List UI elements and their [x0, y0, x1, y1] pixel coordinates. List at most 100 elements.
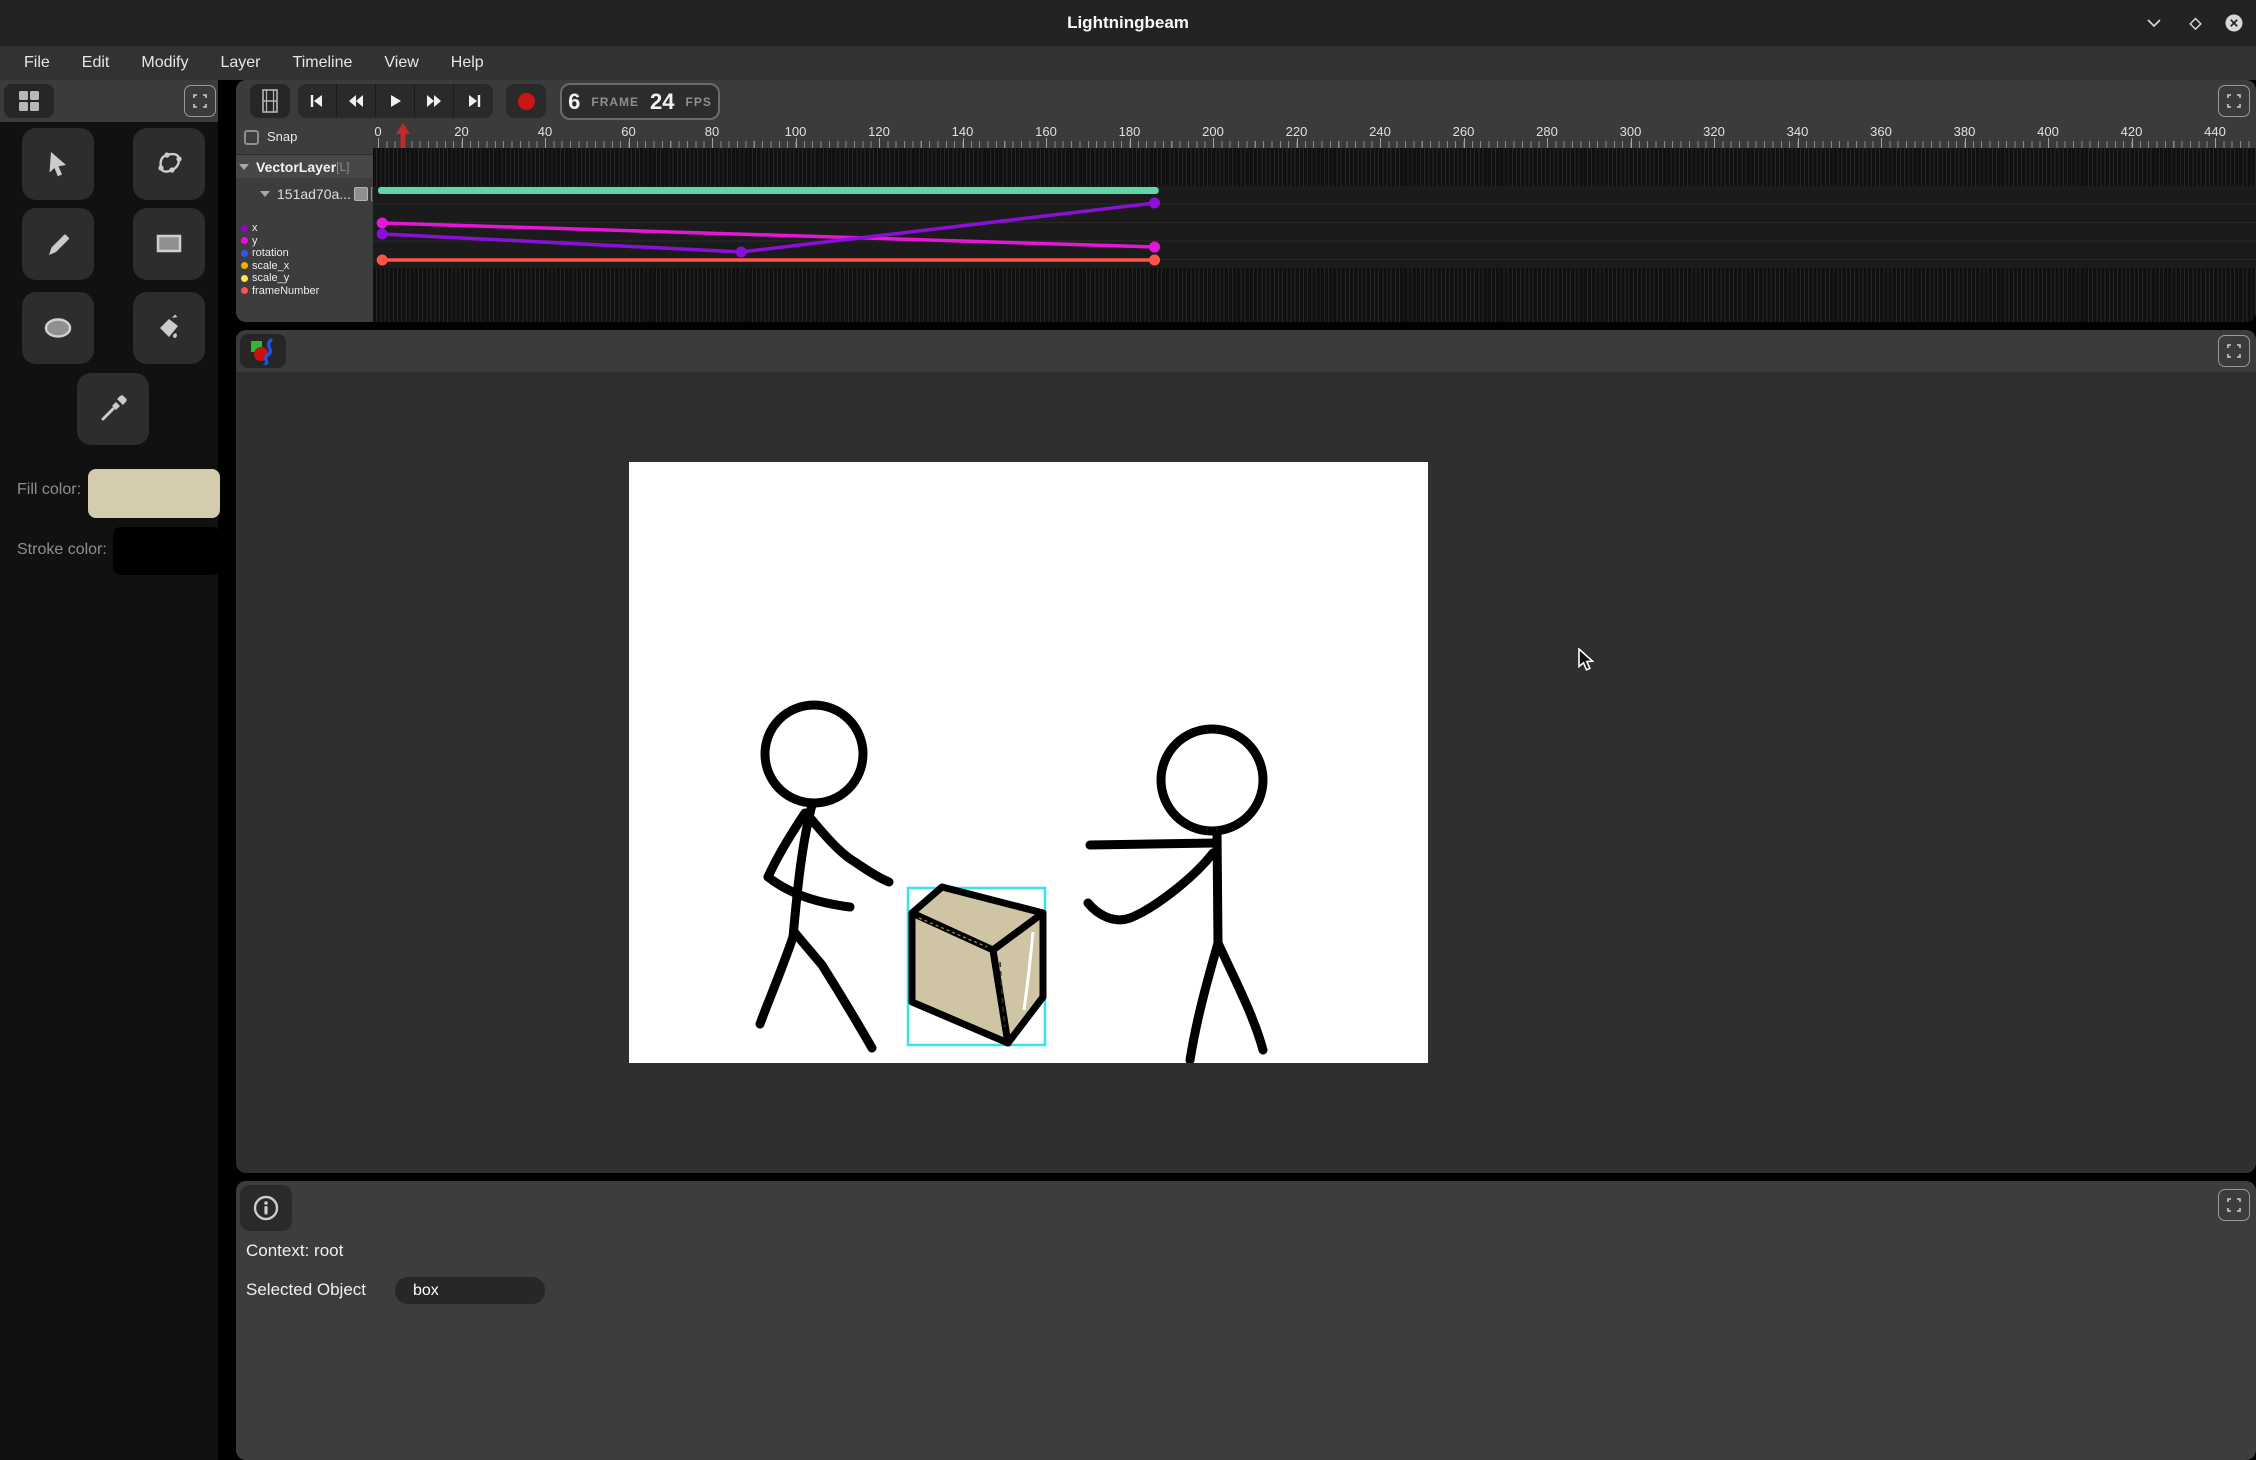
- stage-expand-button[interactable]: [2218, 335, 2250, 367]
- ruler-major-tick: [1213, 138, 1214, 148]
- eyedropper-tool-button[interactable]: [77, 373, 149, 445]
- paint-bucket-tool-button[interactable]: [133, 292, 205, 364]
- timeline-layer-column: Snap VectorLayer[L] 151ad70a... ~ xyrota…: [236, 122, 373, 322]
- menu-item-modify[interactable]: Modify: [125, 46, 204, 80]
- grid-icon: [18, 90, 40, 112]
- select-tool-button[interactable]: [22, 128, 94, 200]
- ruler-label: 440: [2204, 124, 2226, 139]
- ellipse-tool-button[interactable]: [22, 292, 94, 364]
- ruler-label: 340: [1787, 124, 1809, 139]
- transform-tool-button[interactable]: [133, 128, 205, 200]
- property-label: scale_y: [252, 272, 289, 284]
- pencil-tool-button[interactable]: [22, 208, 94, 280]
- ruler-major-tick: [1965, 138, 1966, 148]
- property-row-scale_y[interactable]: scale_y: [241, 272, 289, 284]
- tool-palette-expand-button[interactable]: [184, 85, 216, 117]
- rectangle-icon: [152, 227, 186, 261]
- fill-color-swatch[interactable]: [88, 469, 220, 518]
- context-label: Context: root: [246, 1241, 343, 1261]
- stroke-color-swatch[interactable]: [113, 527, 220, 575]
- keyframe-square-button[interactable]: [354, 187, 368, 201]
- property-row-scale_x[interactable]: scale_x: [241, 260, 289, 272]
- stick-figure-right[interactable]: [1088, 729, 1263, 1060]
- keyframe-dot-x[interactable]: [1149, 198, 1160, 209]
- menu-item-timeline[interactable]: Timeline: [277, 46, 369, 80]
- selected-object-label: Selected Object: [246, 1280, 366, 1300]
- property-color-dot: [241, 237, 248, 244]
- menu-item-help[interactable]: Help: [435, 46, 500, 80]
- keyframe-dot-x[interactable]: [736, 247, 747, 258]
- frame-cells-row[interactable]: [373, 148, 2256, 186]
- menu-item-file[interactable]: File: [8, 46, 66, 80]
- ruler-label: 380: [1954, 124, 1976, 139]
- rectangle-tool-button[interactable]: [133, 208, 205, 280]
- curve-y[interactable]: [382, 223, 1154, 247]
- property-color-dot: [241, 275, 248, 282]
- ruler-major-tick: [1631, 138, 1632, 148]
- ruler-major-tick: [1798, 138, 1799, 148]
- keyframe-dot-y[interactable]: [1149, 242, 1160, 253]
- frame-value[interactable]: 6: [568, 89, 580, 115]
- keyframe-dot-frameNumber[interactable]: [377, 255, 388, 266]
- minimize-icon[interactable]: [2144, 13, 2164, 33]
- property-label: frameNumber: [252, 285, 319, 297]
- property-row-y[interactable]: y: [241, 235, 258, 247]
- selected-object-field[interactable]: box: [395, 1277, 545, 1304]
- play-button[interactable]: [376, 84, 415, 118]
- timeline-track-area[interactable]: 0204060801001201401601802002202402602803…: [373, 122, 2256, 322]
- ruler-label: 160: [1035, 124, 1057, 139]
- frame-label: FRAME: [591, 95, 639, 109]
- timeline-object-row[interactable]: 151ad70a... ~: [236, 182, 373, 206]
- playhead-icon[interactable]: [395, 123, 411, 148]
- menu-item-edit[interactable]: Edit: [66, 46, 126, 80]
- layer-row[interactable]: VectorLayer[L]: [236, 154, 373, 178]
- ruler-label: 40: [538, 124, 552, 139]
- film-button[interactable]: [250, 84, 290, 118]
- collapse-triangle-icon[interactable]: [239, 164, 249, 170]
- skip-to-end-button[interactable]: [454, 84, 493, 118]
- property-row-frameNumber[interactable]: frameNumber: [241, 285, 319, 297]
- record-button[interactable]: [506, 84, 546, 118]
- box-object[interactable]: [908, 887, 1045, 1045]
- info-panel-expand-button[interactable]: [2218, 1189, 2250, 1221]
- ruler-major-tick: [1046, 138, 1047, 148]
- collapse-triangle-icon[interactable]: [260, 191, 270, 197]
- close-icon[interactable]: [2224, 13, 2244, 33]
- info-icon: [253, 1195, 279, 1221]
- fps-value[interactable]: 24: [650, 89, 674, 115]
- mouse-cursor-icon: [1578, 648, 1596, 672]
- ruler-major-tick: [1881, 138, 1882, 148]
- keyframe-dot-frameNumber[interactable]: [1149, 255, 1160, 266]
- snap-checkbox[interactable]: [244, 130, 259, 145]
- menu-item-view[interactable]: View: [368, 46, 434, 80]
- timeline-ruler[interactable]: 0204060801001201401601802002202402602803…: [373, 122, 2256, 148]
- ruler-major-tick: [1380, 138, 1381, 148]
- ruler-major-tick: [462, 138, 463, 148]
- tool-palette-header: [0, 80, 218, 122]
- ruler-major-tick: [1464, 138, 1465, 148]
- animation-curves-area[interactable]: [373, 186, 2256, 268]
- ruler-label: 280: [1536, 124, 1558, 139]
- skip-to-start-button[interactable]: [298, 84, 337, 118]
- menu-item-layer[interactable]: Layer: [204, 46, 276, 80]
- ruler-major-tick: [796, 138, 797, 148]
- stick-figure-left[interactable]: [760, 705, 889, 1048]
- title-bar: Lightningbeam: [0, 0, 2256, 46]
- keyframe-dot-x[interactable]: [377, 229, 388, 240]
- layer-extent-bar[interactable]: [378, 187, 1159, 194]
- property-row-rotation[interactable]: rotation: [241, 247, 289, 259]
- frame-cells-row[interactable]: [373, 268, 2256, 322]
- keyframe-dot-y[interactable]: [377, 218, 388, 229]
- select-arrow-icon: [41, 147, 75, 181]
- property-row-x[interactable]: x: [241, 222, 258, 234]
- maximize-icon[interactable]: [2185, 13, 2205, 33]
- rewind-button[interactable]: [337, 84, 376, 118]
- property-label: rotation: [252, 247, 289, 259]
- window-title: Lightningbeam: [0, 0, 2256, 46]
- timeline-expand-button[interactable]: [2218, 85, 2250, 117]
- info-button[interactable]: [240, 1185, 292, 1231]
- shapes-button[interactable]: [240, 334, 286, 368]
- drawing-canvas[interactable]: [629, 462, 1428, 1063]
- fast-forward-button[interactable]: [415, 84, 454, 118]
- panel-grid-button[interactable]: [4, 84, 54, 118]
